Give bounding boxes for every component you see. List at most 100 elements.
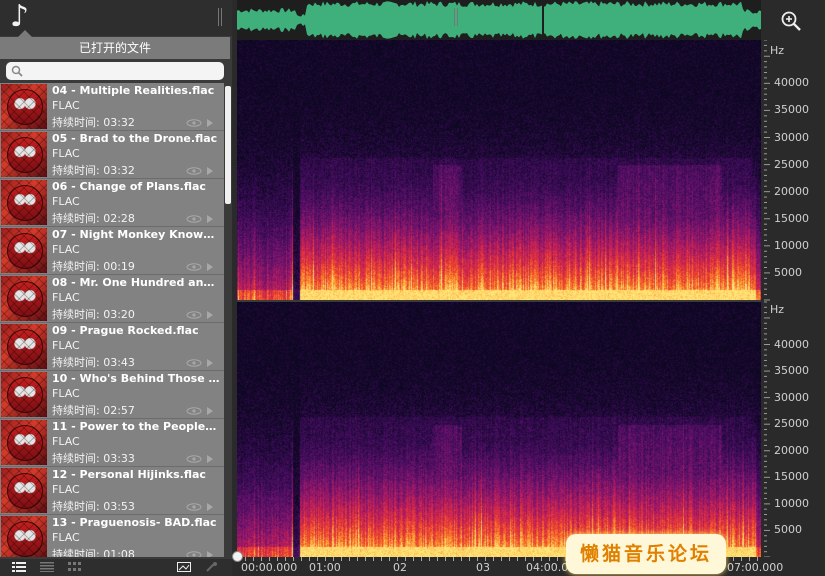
time-tick-label: 03 xyxy=(476,561,490,574)
file-format: FLAC xyxy=(52,531,80,544)
scrollbar-thumb[interactable] xyxy=(225,86,231,204)
spectrogram-left-channel[interactable] xyxy=(237,40,761,300)
duration-value: 03:53 xyxy=(103,500,135,513)
play-icon[interactable] xyxy=(207,359,213,367)
file-list-item[interactable]: 07 - Night Monkey Knows ... FLAC 持续时间: 00:… xyxy=(0,227,224,275)
freq-tick-label: 20000 xyxy=(774,184,809,198)
list-view-icon[interactable] xyxy=(12,562,26,572)
file-list-item[interactable]: 11 - Power to the People.flac FLAC 持续时间: 0… xyxy=(0,419,224,467)
file-duration: 持续时间: 03:43 xyxy=(52,354,135,370)
time-tick-mark xyxy=(533,557,534,561)
time-tick-label: 01:00 xyxy=(309,561,341,574)
eye-icon[interactable] xyxy=(186,407,202,415)
spectrogram-right-channel[interactable] xyxy=(237,302,761,557)
music-note-icon[interactable]: ♪ xyxy=(10,0,29,34)
duration-value: 03:32 xyxy=(103,164,135,177)
time-tick-label: 00:00.000 xyxy=(241,561,298,574)
file-format: FLAC xyxy=(52,195,80,208)
play-icon[interactable] xyxy=(207,455,213,463)
play-icon[interactable] xyxy=(207,119,213,127)
eye-icon[interactable] xyxy=(186,119,202,127)
eye-icon[interactable] xyxy=(186,167,202,175)
freq-tick-label: 25000 xyxy=(774,417,809,431)
time-tick-mark xyxy=(389,557,390,561)
time-tick-mark xyxy=(517,557,518,561)
eye-icon[interactable] xyxy=(186,215,202,223)
time-tick-mark xyxy=(485,557,486,561)
file-title: 09 - Prague Rocked.flac xyxy=(52,324,199,337)
time-tick-mark xyxy=(365,557,366,561)
eye-icon[interactable] xyxy=(186,359,202,367)
duration-value: 00:19 xyxy=(103,260,135,273)
caret-up-icon xyxy=(18,30,32,37)
file-list-item[interactable]: 04 - Multiple Realities.flac FLAC 持续时间: 03… xyxy=(0,83,224,131)
play-icon[interactable] xyxy=(207,311,213,319)
waveform-shape xyxy=(237,1,761,39)
file-list-item[interactable]: 09 - Prague Rocked.flac FLAC 持续时间: 03:43 xyxy=(0,323,224,371)
eye-icon[interactable] xyxy=(186,311,202,319)
duration-value: 01:08 xyxy=(103,548,135,557)
file-duration: 持续时间: 03:32 xyxy=(52,114,135,130)
time-tick-mark xyxy=(549,557,550,561)
file-list-item[interactable]: 10 - Who's Behind Those F... FLAC 持续时间: 02… xyxy=(0,371,224,419)
file-title: 12 - Personal Hijinks.flac xyxy=(52,468,206,481)
time-tick-mark xyxy=(509,557,510,561)
duration-label: 持续时间: xyxy=(52,260,100,273)
file-duration: 持续时间: 02:57 xyxy=(52,402,135,418)
file-list-item[interactable]: 12 - Personal Hijinks.flac FLAC 持续时间: 03:5… xyxy=(0,467,224,515)
time-tick-mark xyxy=(277,557,278,561)
file-duration: 持续时间: 03:20 xyxy=(52,306,135,322)
file-duration: 持续时间: 03:32 xyxy=(52,162,135,178)
freq-tick-label: 15000 xyxy=(774,470,809,484)
eye-icon[interactable] xyxy=(186,551,202,557)
play-icon[interactable] xyxy=(207,263,213,271)
time-slider-thumb[interactable] xyxy=(232,551,243,562)
time-tick-mark xyxy=(269,557,270,561)
time-tick-mark xyxy=(397,557,398,561)
time-tick-mark xyxy=(445,557,446,561)
time-tick-mark xyxy=(541,557,542,561)
time-tick-mark xyxy=(469,557,470,561)
zoom-in-icon[interactable] xyxy=(780,10,802,32)
search-box[interactable] xyxy=(6,62,224,81)
file-title: 05 - Brad to the Drone.flac xyxy=(52,132,218,145)
eye-icon[interactable] xyxy=(186,455,202,463)
settings-icon[interactable] xyxy=(205,562,219,572)
duration-label: 持续时间: xyxy=(52,212,100,225)
grid-view-icon[interactable] xyxy=(68,562,82,572)
freq-tick-label: 40000 xyxy=(774,337,809,351)
freq-tick-label: 35000 xyxy=(774,364,809,378)
time-tick-mark xyxy=(253,557,254,561)
eye-icon[interactable] xyxy=(186,503,202,511)
time-tick-mark xyxy=(405,557,406,561)
play-icon[interactable] xyxy=(207,215,213,223)
file-title: 08 - Mr. One Hundred and ... xyxy=(52,276,220,289)
time-tick-mark xyxy=(525,557,526,561)
file-list-item[interactable]: 08 - Mr. One Hundred and ... FLAC 持续时间: 03… xyxy=(0,275,224,323)
file-list-item[interactable]: 13 - Praguenosis- BAD.flac FLAC 持续时间: 01:0… xyxy=(0,515,224,557)
duration-label: 持续时间: xyxy=(52,452,100,465)
play-icon[interactable] xyxy=(207,503,213,511)
time-tick-mark xyxy=(293,557,294,561)
play-icon[interactable] xyxy=(207,551,213,557)
image-view-icon[interactable] xyxy=(177,562,191,572)
time-tick-mark xyxy=(453,557,454,561)
file-format: FLAC xyxy=(52,99,80,112)
compact-list-icon[interactable] xyxy=(40,562,54,572)
time-tick-mark xyxy=(757,557,758,561)
search-input[interactable] xyxy=(28,63,222,81)
panel-grip-icon[interactable] xyxy=(454,8,460,26)
play-icon[interactable] xyxy=(207,407,213,415)
file-title: 11 - Power to the People.flac xyxy=(52,420,220,433)
file-list-scrollbar[interactable] xyxy=(224,83,232,557)
duration-value: 02:57 xyxy=(103,404,135,417)
file-list-item[interactable]: 06 - Change of Plans.flac FLAC 持续时间: 02:28 xyxy=(0,179,224,227)
play-icon[interactable] xyxy=(207,167,213,175)
file-list-item[interactable]: 05 - Brad to the Drone.flac FLAC 持续时间: 03:… xyxy=(0,131,224,179)
eye-icon[interactable] xyxy=(186,263,202,271)
freq-tick-label: 15000 xyxy=(774,211,809,225)
panel-grip-icon[interactable] xyxy=(218,8,224,26)
file-title: 07 - Night Monkey Knows ... xyxy=(52,228,220,241)
waveform-overview[interactable] xyxy=(237,0,761,40)
freq-tick-label: 40000 xyxy=(774,76,809,90)
